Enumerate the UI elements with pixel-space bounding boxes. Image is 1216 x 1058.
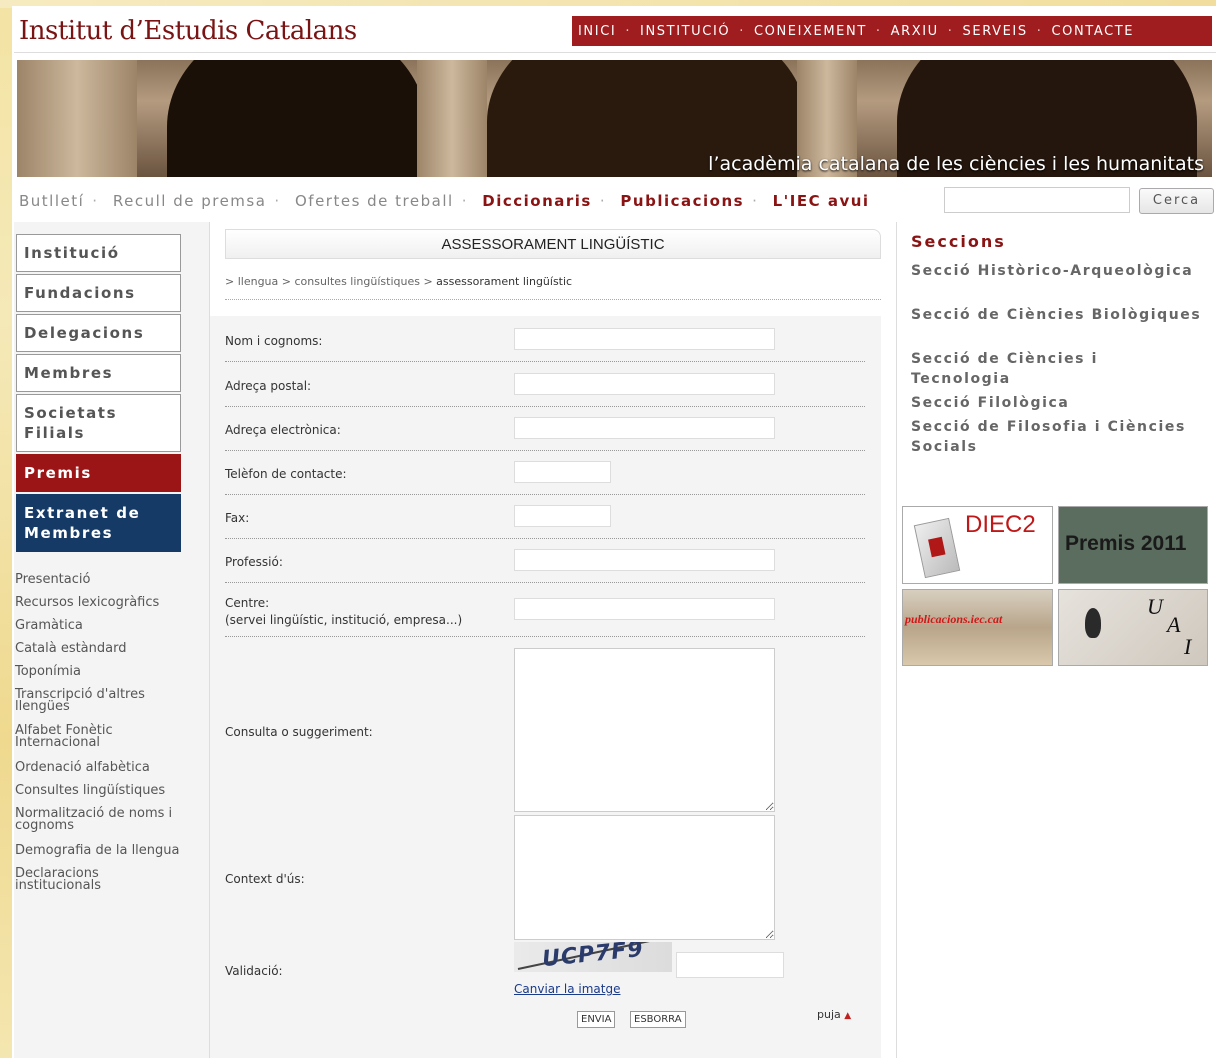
section-link-filologica[interactable]: Secció Filològica [911, 393, 1211, 413]
nav-serveis[interactable]: SERVEIS [963, 24, 1028, 39]
subnav-recull[interactable]: Recull de premsa [113, 192, 267, 210]
send-button[interactable]: ENVIA [577, 1011, 616, 1028]
phone-field[interactable] [514, 461, 611, 483]
section-link-filosofia[interactable]: Secció de Filosofia i Ciències Socials [911, 417, 1211, 457]
page-title: ASSESSORAMENT LINGÜÍSTIC [225, 229, 881, 259]
sidebar-link-presentacio[interactable]: Presentació [15, 573, 185, 586]
label-fax: Fax: [225, 511, 250, 525]
sidebar-button-delegacions[interactable]: Delegacions [16, 314, 181, 352]
breadcrumb-llengua[interactable]: llengua [238, 275, 279, 288]
sidebar-link-afi[interactable]: Alfabet Fonètic Internacional [15, 724, 145, 749]
section-link-tecnologia[interactable]: Secció de Ciències i Tecnologia [911, 349, 1151, 389]
sections-title: Seccions [911, 232, 1006, 251]
uai-letter-i: I [1184, 634, 1192, 659]
subnav-butlleti[interactable]: Butlletí [19, 192, 84, 210]
promo-premis[interactable]: Premis 2011 [1058, 506, 1208, 584]
captcha-text: UCP7F9 [540, 942, 645, 972]
sidebar-button-fundacions[interactable]: Fundacions [16, 274, 181, 312]
nav-inici[interactable]: INICI [578, 24, 616, 39]
label-consulta: Consulta o suggeriment: [225, 725, 373, 739]
sidebar-link-gramatica[interactable]: Gramàtica [15, 619, 185, 632]
sidebar-button-institucio[interactable]: Institució [16, 234, 181, 272]
sidebar-button-membres[interactable]: Membres [16, 354, 181, 392]
promo-publicacions[interactable]: publicacions.iec.cat [902, 589, 1053, 666]
centre-field[interactable] [514, 598, 775, 620]
promo-uai[interactable]: U A I [1058, 589, 1208, 666]
label-telefon: Telèfon de contacte: [225, 467, 347, 481]
name-field[interactable] [514, 328, 775, 350]
clear-button[interactable]: ESBORRA [630, 1011, 686, 1028]
tagline: l’acadèmia catalana de les ciències i le… [708, 153, 1204, 175]
breadcrumb-current: assessorament lingüístic [436, 275, 573, 288]
sidebar-link-normalitzacio[interactable]: Normalització de noms i cognoms [15, 807, 180, 832]
nav-contacte[interactable]: CONTACTE [1051, 24, 1134, 39]
label-context: Context d'ús: [225, 872, 305, 886]
nav-institucio[interactable]: INSTITUCIÓ [640, 24, 730, 39]
context-textarea[interactable] [514, 815, 775, 940]
sidebar-link-catala[interactable]: Català estàndard [15, 642, 185, 655]
sidebar-link-transcripcio[interactable]: Transcripció d'altres llengües [15, 688, 165, 713]
label-adreca: Adreça postal: [225, 379, 312, 393]
query-textarea[interactable] [514, 648, 775, 812]
breadcrumb: > llengua > consultes lingüístiques > as… [225, 275, 573, 288]
back-to-top-link[interactable]: puja ▲ [817, 1008, 851, 1021]
email-field[interactable] [514, 417, 775, 439]
arrow-up-icon: ▲ [844, 1011, 852, 1021]
captcha-input[interactable] [676, 952, 784, 978]
address-field[interactable] [514, 373, 775, 395]
breadcrumb-consultes[interactable]: consultes lingüístiques [294, 275, 419, 288]
site-logo[interactable]: Institut d’Estudis Catalans [19, 16, 357, 46]
section-link-historico[interactable]: Secció Històrico-Arqueològica [911, 261, 1211, 281]
fax-field[interactable] [514, 505, 611, 527]
label-centre-hint: (servei lingüístic, institució, empresa.… [225, 613, 463, 627]
subnav-diccionaris[interactable]: Diccionaris [482, 192, 592, 210]
subnav-publicacions[interactable]: Publicacions [620, 192, 744, 210]
back-to-top-label: puja [817, 1008, 841, 1021]
label-validacio: Validació: [225, 964, 283, 978]
sidebar-link-demografia[interactable]: Demografia de la llengua [15, 844, 185, 857]
profession-field[interactable] [514, 549, 775, 571]
header-banner: l’acadèmia catalana de les ciències i le… [17, 60, 1212, 177]
nav-arxiu[interactable]: ARXIU [891, 24, 939, 39]
subnav-ofertes[interactable]: Ofertes de treball [295, 192, 454, 210]
section-link-biologiques[interactable]: Secció de Ciències Biològiques [911, 305, 1211, 325]
label-email: Adreça electrònica: [225, 423, 341, 437]
promo-premis-label: Premis 2011 [1065, 532, 1187, 555]
sidebar-link-ordenacio[interactable]: Ordenació alfabètica [15, 761, 185, 774]
promo-diec2[interactable]: DIEC2 [902, 506, 1053, 584]
sidebar-button-premis[interactable]: Premis [16, 454, 181, 492]
nav-coneixement[interactable]: CONEIXEMENT [754, 24, 867, 39]
sidebar-link-declaracions[interactable]: Declaracions institucionals [15, 867, 125, 892]
subnav-iec-avui[interactable]: L'IEC avui [773, 192, 870, 210]
sidebar-button-societats[interactable]: Societats Filials [16, 394, 181, 452]
label-nom: Nom i cognoms: [225, 334, 323, 348]
label-professio: Professió: [225, 555, 283, 569]
uai-letter-u: U [1147, 594, 1163, 619]
top-nav: INICI · INSTITUCIÓ · CONEIXEMENT · ARXIU · S… [572, 16, 1212, 46]
sidebar-link-toponimia[interactable]: Toponímia [15, 665, 185, 678]
book-icon [913, 517, 961, 579]
promo-diec-label: DIEC2 [965, 511, 1036, 538]
secondary-nav: Butlletí · Recull de premsa · Ofertes de t… [19, 192, 870, 210]
flame-icon [1085, 608, 1101, 638]
uai-letter-a: A [1167, 612, 1181, 637]
search-input[interactable] [944, 187, 1130, 213]
label-centre: Centre: [225, 596, 270, 610]
captcha-image: UCP7F9 [514, 942, 672, 972]
promo-publicacions-label: publicacions.iec.cat [905, 612, 1003, 626]
sidebar-button-extranet[interactable]: Extranet de Membres [16, 494, 181, 552]
sidebar-link-consultes[interactable]: Consultes lingüístiques [15, 784, 185, 797]
sidebar-link-recursos[interactable]: Recursos lexicogràfics [15, 596, 185, 609]
change-image-link[interactable]: Canviar la imatge [514, 982, 620, 996]
search-button[interactable]: Cerca [1139, 188, 1214, 214]
